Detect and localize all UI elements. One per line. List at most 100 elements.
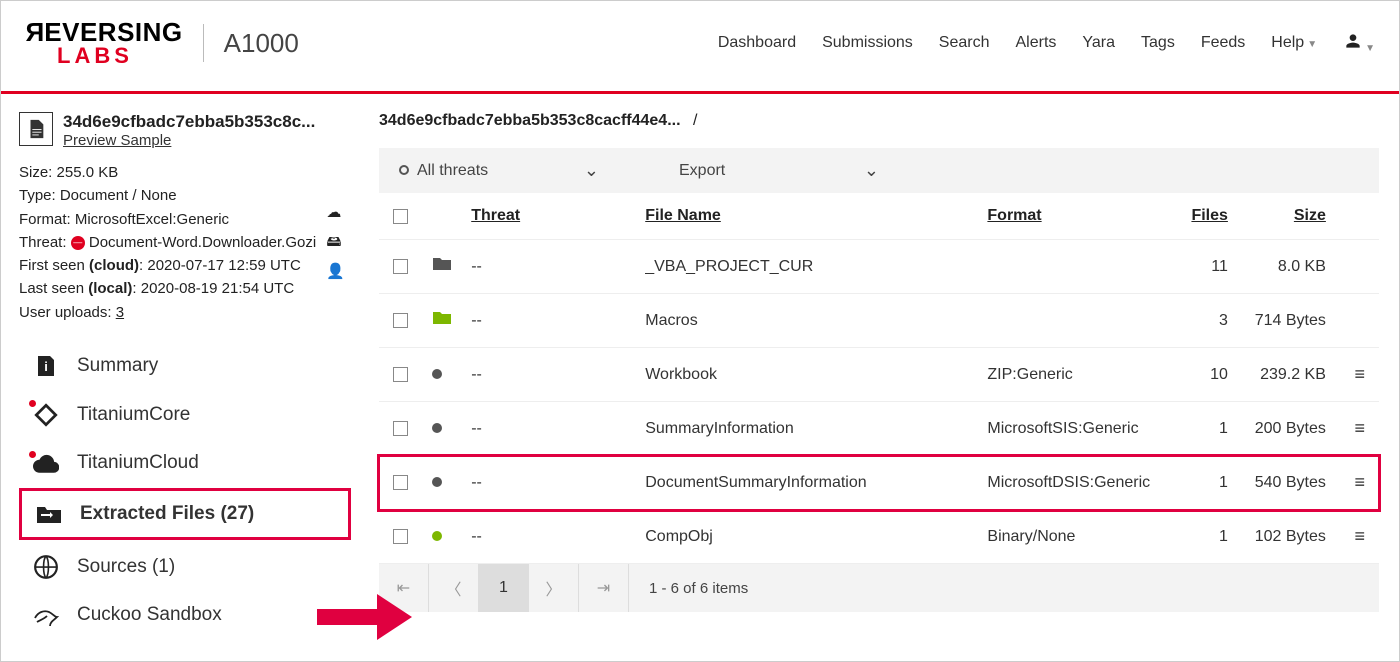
pager-buttons: ⇤ 〈 1 〉 ⇥ [379, 564, 629, 612]
sidebar-item-titaniumcloud[interactable]: TitaniumCloud [19, 440, 351, 486]
row-checkbox[interactable] [393, 421, 408, 436]
cell-threat: -- [471, 258, 645, 276]
user-menu[interactable]: ▼ [1343, 31, 1375, 56]
row-checkbox[interactable] [393, 313, 408, 328]
sidebar-label-extracted: Extracted Files (27) [80, 503, 254, 525]
sidebar-item-cuckoo[interactable]: Cuckoo Sandbox [19, 592, 351, 638]
col-files[interactable]: Files [1191, 207, 1227, 224]
col-format[interactable]: Format [987, 207, 1041, 224]
cell-filename[interactable]: _VBA_PROJECT_CUR [645, 258, 987, 276]
cell-filename[interactable]: Workbook [645, 366, 987, 384]
cell-format: MicrosoftSIS:Generic [987, 420, 1169, 438]
cell-files: 11 [1169, 258, 1228, 276]
circle-icon [399, 165, 409, 175]
table-row[interactable]: --DocumentSummaryInformationMicrosoftDSI… [379, 456, 1379, 510]
cell-files: 1 [1169, 528, 1228, 546]
bird-icon [31, 604, 61, 626]
diamond-icon [31, 402, 61, 428]
sample-hash: 34d6e9cfbadc7ebba5b353c8c... [63, 112, 315, 132]
chevron-down-icon: ▼ [1365, 43, 1375, 54]
meta-first-seen: First seen (cloud): 2020-07-17 12:59 UTC [19, 254, 351, 277]
main-layout: 34d6e9cfbadc7ebba5b353c8c... Preview Sam… [1, 94, 1399, 638]
logo: REVERSING LABS [25, 19, 183, 67]
content-area: 34d6e9cfbadc7ebba5b353c8cacff44e4... / A… [361, 94, 1399, 638]
cell-filename[interactable]: Macros [645, 312, 987, 330]
pager-last[interactable]: ⇥ [579, 564, 629, 612]
person-icon: 👤 [326, 260, 345, 283]
sidebar-item-sources[interactable]: Sources (1) [19, 542, 351, 592]
pager: ⇤ 〈 1 〉 ⇥ 1 - 6 of 6 items [379, 564, 1379, 612]
nav-submissions[interactable]: Submissions [822, 34, 913, 52]
row-menu-icon[interactable]: ≡ [1354, 364, 1365, 384]
row-menu-icon[interactable]: ≡ [1354, 472, 1365, 492]
nav-alerts[interactable]: Alerts [1016, 34, 1057, 52]
col-size[interactable]: Size [1294, 207, 1326, 224]
pager-next[interactable]: 〉 [529, 564, 579, 612]
preview-sample-link[interactable]: Preview Sample [63, 132, 171, 149]
cell-filename[interactable]: CompObj [645, 528, 987, 546]
cell-threat: -- [471, 474, 645, 492]
threat-badge-icon: — [71, 236, 85, 250]
table-body: --_VBA_PROJECT_CUR118.0 KB--Macros3714 B… [379, 240, 1379, 564]
row-menu-icon[interactable]: ≡ [1354, 526, 1365, 546]
row-checkbox[interactable] [393, 475, 408, 490]
crumb-hash[interactable]: 34d6e9cfbadc7ebba5b353c8cacff44e4... [379, 112, 681, 129]
toolbar: All threats ⌄ Export ⌄ [379, 148, 1379, 193]
crumb-separator: / [685, 112, 697, 129]
nav-dashboard[interactable]: Dashboard [718, 34, 796, 52]
pager-page-1[interactable]: 1 [479, 564, 529, 612]
cell-filename[interactable]: SummaryInformation [645, 420, 987, 438]
nav-search[interactable]: Search [939, 34, 990, 52]
product-name: A1000 [224, 28, 299, 59]
table-row[interactable]: --SummaryInformationMicrosoftSIS:Generic… [379, 402, 1379, 456]
threat-prefix: Threat: [19, 234, 67, 251]
row-checkbox[interactable] [393, 367, 408, 382]
sidebar-item-titaniumcore[interactable]: TitaniumCore [19, 390, 351, 440]
col-filename[interactable]: File Name [645, 207, 721, 224]
uploads-prefix: User uploads: [19, 304, 116, 321]
cell-threat: -- [471, 366, 645, 384]
cell-format: Binary/None [987, 528, 1169, 546]
meta-source-icons: ☁ 🖴 👤 [326, 201, 345, 283]
cell-format: ZIP:Generic [987, 366, 1169, 384]
table-row[interactable]: --_VBA_PROJECT_CUR118.0 KB [379, 240, 1379, 294]
row-checkbox[interactable] [393, 259, 408, 274]
row-menu-icon[interactable]: ≡ [1354, 418, 1365, 438]
table-row[interactable]: --CompObjBinary/None1102 Bytes≡ [379, 510, 1379, 564]
cell-size: 540 Bytes [1228, 474, 1326, 492]
cell-filename[interactable]: DocumentSummaryInformation [645, 474, 987, 492]
cell-threat: -- [471, 528, 645, 546]
folder-icon [432, 310, 452, 326]
sidebar-label-sources: Sources (1) [77, 556, 175, 578]
select-all-checkbox[interactable] [393, 209, 408, 224]
sidebar-label-tcore: TitaniumCore [77, 404, 190, 426]
info-icon: i [31, 354, 61, 378]
export-dropdown[interactable]: Export ⌄ [679, 160, 879, 181]
table-row[interactable]: --Macros3714 Bytes [379, 294, 1379, 348]
nav-yara[interactable]: Yara [1082, 34, 1115, 52]
sidebar-item-extracted-files[interactable]: Extracted Files (27) [22, 491, 348, 537]
nav-feeds[interactable]: Feeds [1201, 34, 1245, 52]
pager-prev[interactable]: 〈 [429, 564, 479, 612]
meta-type: Type: Document / None [19, 184, 351, 207]
nav-tags[interactable]: Tags [1141, 34, 1175, 52]
row-checkbox[interactable] [393, 529, 408, 544]
folder-icon [432, 256, 452, 272]
filter-all-threats[interactable]: All threats ⌄ [399, 160, 599, 181]
last-seen-value: : 2020-08-19 21:54 UTC [132, 280, 294, 297]
col-threat[interactable]: Threat [471, 207, 520, 224]
brand-area: REVERSING LABS A1000 [25, 19, 299, 67]
meta-threat: Threat: — Document-Word.Downloader.Gozi [19, 231, 351, 254]
meta-size: Size: 255.0 KB [19, 161, 351, 184]
uploads-value[interactable]: 3 [116, 304, 124, 321]
chevron-down-icon: ⌄ [864, 160, 879, 181]
cell-size: 714 Bytes [1228, 312, 1326, 330]
brand-divider [203, 24, 204, 62]
side-nav: i Summary TitaniumCore TitaniumCloud Ext… [19, 342, 351, 638]
sidebar-item-summary[interactable]: i Summary [19, 342, 351, 390]
table-row[interactable]: --WorkbookZIP:Generic10239.2 KB≡ [379, 348, 1379, 402]
last-seen-prefix: Last seen [19, 280, 88, 297]
cell-files: 1 [1169, 474, 1228, 492]
svg-text:i: i [44, 359, 48, 374]
nav-help[interactable]: Help▼ [1271, 34, 1317, 52]
